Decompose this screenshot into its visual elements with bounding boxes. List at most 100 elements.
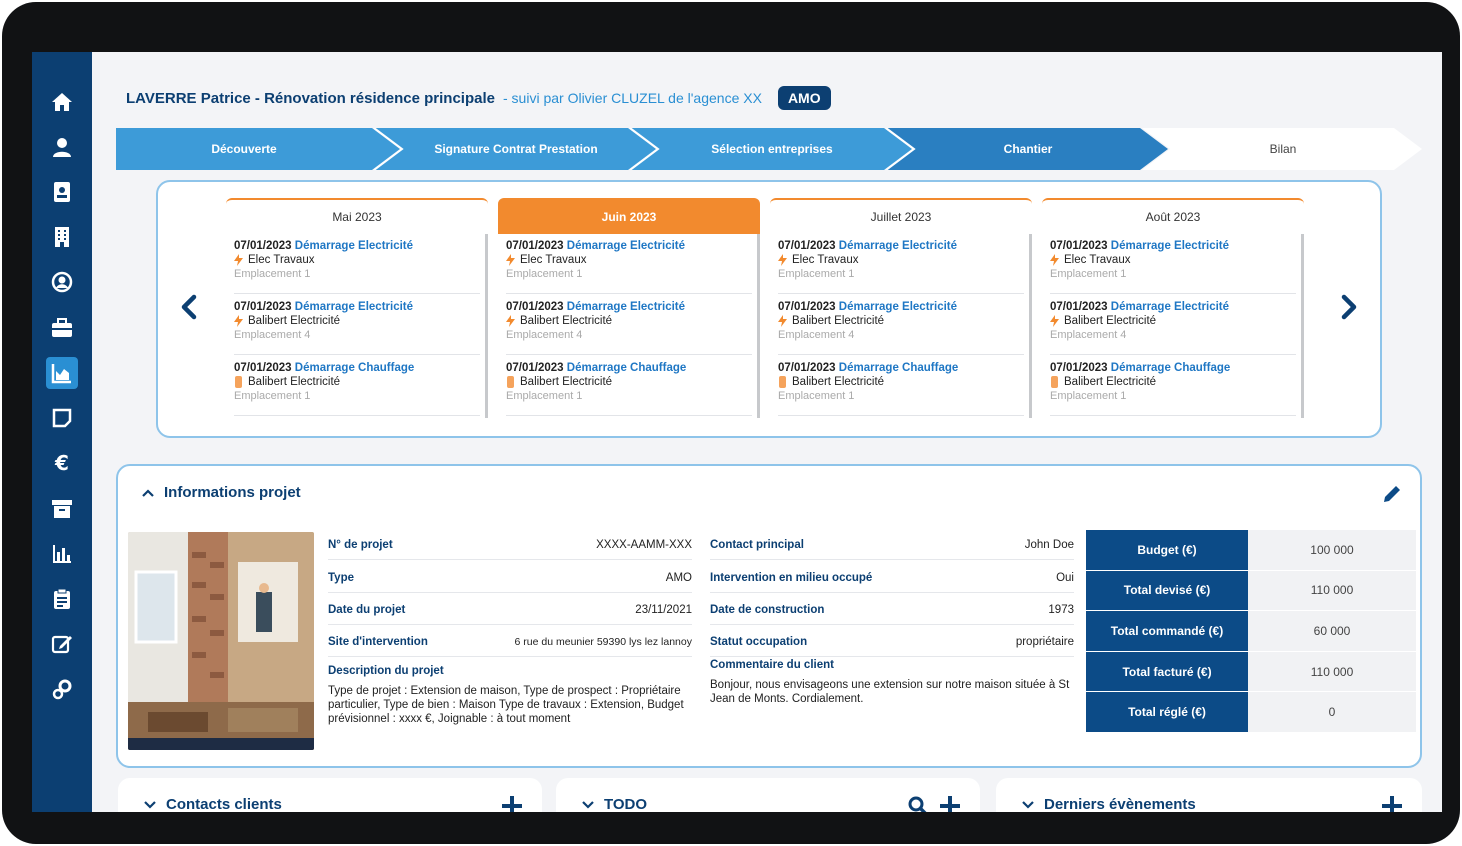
chevron-down-icon (1022, 800, 1034, 809)
archive-icon[interactable] (46, 493, 78, 525)
event-company: Balibert Electricité (248, 376, 341, 388)
event-date: 07/01/2023 (506, 240, 564, 252)
lightning-icon (1050, 315, 1059, 327)
field-label: Site d'intervention (328, 635, 428, 648)
lightning-icon (506, 254, 515, 266)
search-todo-button[interactable] (908, 796, 928, 812)
description-text: Type de projet : Extension de maison, Ty… (328, 685, 684, 725)
month-header[interactable]: Juillet 2023 (770, 198, 1032, 234)
event-item[interactable]: 07/01/2023 Démarrage Electricité Elec Tr… (1050, 234, 1296, 294)
section-title: Derniers évènements (1044, 796, 1196, 812)
field-label: Date de construction (710, 603, 825, 616)
field-occupied: Intervention en milieu occupé Oui (710, 563, 1074, 593)
month-header[interactable]: Août 2023 (1042, 198, 1304, 234)
event-name: Démarrage Electricité (566, 240, 686, 252)
step-signature-contrat[interactable]: Signature Contrat Prestation (402, 128, 630, 170)
field-label: Date du projet (328, 603, 406, 616)
bar-chart-icon[interactable] (46, 538, 78, 570)
event-date: 07/01/2023 (1050, 240, 1108, 252)
event-company: Balibert Electricité (1064, 376, 1157, 388)
event-name: Démarrage Electricité (838, 301, 958, 313)
event-item[interactable]: 07/01/2023 Démarrage Electricité Elec Tr… (234, 234, 480, 294)
event-date: 07/01/2023 (234, 240, 292, 252)
next-arrow-icon[interactable] (1334, 292, 1364, 322)
month-header-active[interactable]: Juin 2023 (498, 198, 760, 234)
event-item[interactable]: 07/01/2023 Démarrage Electricité Elec Tr… (778, 234, 1024, 294)
pencil-icon[interactable] (1382, 484, 1402, 509)
home-icon[interactable] (46, 86, 78, 118)
client-comment: Commentaire du client Bonjour, nous envi… (710, 658, 1074, 706)
field-label: Type (328, 571, 354, 584)
event-item[interactable]: 07/01/2023 Démarrage Electricité Baliber… (778, 295, 1024, 355)
budget-value: 100 000 (1248, 530, 1416, 571)
add-todo-button[interactable] (940, 796, 960, 812)
budget-label: Total facturé (€) (1086, 651, 1248, 693)
section-toggle-info[interactable]: Informations projet (142, 484, 301, 501)
account-circle-icon[interactable] (46, 266, 78, 298)
building-icon[interactable] (46, 221, 78, 253)
section-toggle-events[interactable]: Derniers évènements (1022, 796, 1196, 812)
lightning-icon (778, 254, 787, 266)
clipboard-icon[interactable] (46, 583, 78, 615)
lightning-icon (1050, 254, 1059, 266)
budget-label: Budget (€) (1086, 530, 1248, 571)
event-date: 07/01/2023 (1050, 362, 1108, 374)
user-icon[interactable] (46, 131, 78, 163)
previous-arrow-icon[interactable] (174, 292, 204, 322)
contacts-panel: Contacts clients (118, 778, 542, 812)
month-header[interactable]: Mai 2023 (226, 198, 488, 234)
add-event-button[interactable] (1382, 796, 1402, 812)
briefcase-icon[interactable] (46, 312, 78, 344)
budget-row: Budget (€) 100 000 (1086, 530, 1416, 571)
event-date: 07/01/2023 (778, 301, 836, 313)
contact-card-icon[interactable] (46, 176, 78, 208)
project-photo (128, 532, 314, 750)
step-chantier[interactable]: Chantier (914, 128, 1142, 170)
budget-label: Total commandé (€) (1086, 611, 1248, 652)
event-name: Démarrage Chauffage (294, 362, 415, 374)
field-type: Type AMO (328, 563, 692, 593)
event-date: 07/01/2023 (234, 301, 292, 313)
page-title: LAVERRE Patrice - Rénovation résidence p… (126, 89, 495, 107)
budget-row: Total devisé (€) 110 000 (1086, 570, 1416, 612)
event-company: Elec Travaux (248, 254, 315, 266)
event-company: Balibert Electricité (792, 376, 885, 388)
budget-table: Budget (€) 100 000 Total devisé (€) 110 … (1086, 530, 1416, 733)
step-selection-entreprises[interactable]: Sélection entreprises (658, 128, 886, 170)
step-decouverte[interactable]: Découverte (116, 128, 372, 170)
section-toggle-todo[interactable]: TODO (582, 796, 647, 812)
event-item[interactable]: 07/01/2023 Démarrage Electricité Baliber… (506, 295, 752, 355)
budget-label: Total réglé (€) (1086, 692, 1248, 733)
event-item[interactable]: 07/01/2023 Démarrage Electricité Elec Tr… (506, 234, 752, 294)
field-construction-date: Date de construction 1973 (710, 595, 1074, 625)
event-item[interactable]: 07/01/2023 Démarrage Electricité Baliber… (234, 295, 480, 355)
event-item[interactable]: 07/01/2023 Démarrage Electricité Baliber… (1050, 295, 1296, 355)
lightning-icon (778, 315, 787, 327)
event-name: Démarrage Chauffage (566, 362, 687, 374)
add-contact-button[interactable] (502, 796, 522, 812)
search-icon (908, 796, 927, 812)
field-occupancy-status: Statut occupation propriétaire (710, 627, 1074, 657)
chart-area-icon[interactable] (46, 357, 78, 389)
event-item[interactable]: 07/01/2023 Démarrage Chauffage Balibert … (506, 356, 752, 416)
budget-value: 60 000 (1248, 611, 1416, 652)
radiator-icon (1051, 376, 1058, 388)
event-item[interactable]: 07/01/2023 Démarrage Chauffage Balibert … (778, 356, 1024, 416)
settings-cogs-icon[interactable] (46, 673, 78, 705)
chevron-up-icon (142, 488, 154, 497)
project-steps: Découverte Signature Contrat Prestation … (116, 128, 1422, 170)
event-item[interactable]: 07/01/2023 Démarrage Chauffage Balibert … (234, 356, 480, 416)
event-item[interactable]: 07/01/2023 Démarrage Chauffage Balibert … (1050, 356, 1296, 416)
note-icon[interactable] (46, 402, 78, 434)
section-toggle-contacts[interactable]: Contacts clients (144, 796, 282, 812)
event-location: Emplacement 1 (778, 268, 855, 280)
month-column: Août 2023 07/01/2023 Démarrage Electrici… (1042, 198, 1304, 418)
project-info-card: Informations projet N° de projet XXXX-AA… (116, 464, 1422, 768)
budget-value: 0 (1248, 692, 1416, 733)
euro-icon[interactable]: € (46, 447, 78, 479)
budget-row: Total facturé (€) 110 000 (1086, 651, 1416, 693)
step-bilan[interactable]: Bilan (1170, 128, 1396, 170)
radiator-icon (779, 376, 786, 388)
event-location: Emplacement 1 (506, 390, 583, 402)
edit-square-icon[interactable] (46, 628, 78, 660)
